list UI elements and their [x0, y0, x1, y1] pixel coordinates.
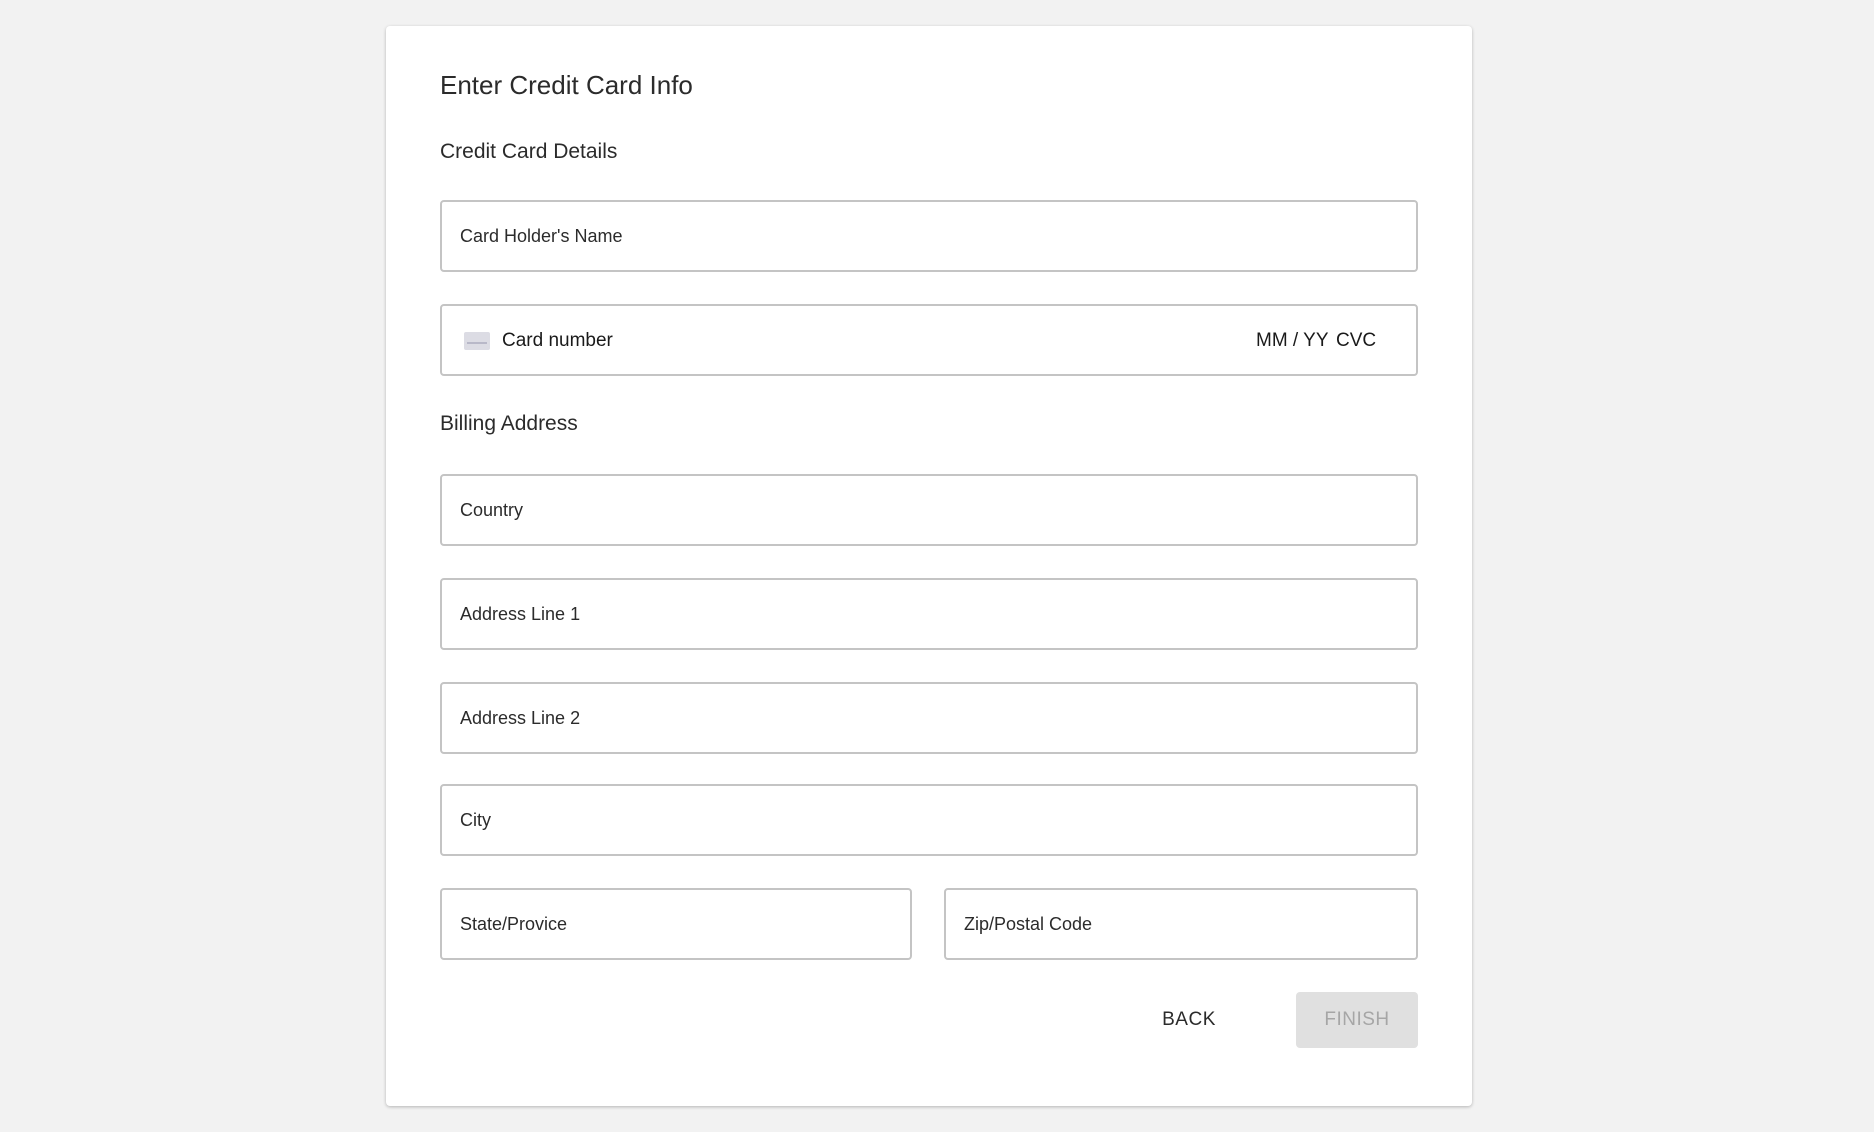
- city-input[interactable]: [440, 784, 1418, 856]
- country-input[interactable]: [440, 474, 1418, 546]
- state-province-input[interactable]: [440, 888, 912, 960]
- card-number-input[interactable]: [502, 326, 1102, 356]
- card-cvc-input[interactable]: [1336, 326, 1396, 356]
- card-element[interactable]: [440, 304, 1418, 376]
- page-title: Enter Credit Card Info: [440, 70, 693, 100]
- zip-postal-code-input[interactable]: [944, 888, 1418, 960]
- back-button[interactable]: BACK: [1138, 992, 1240, 1048]
- address-line-1-input[interactable]: [440, 578, 1418, 650]
- finish-button[interactable]: FINISH: [1296, 992, 1418, 1048]
- card-expiry-input[interactable]: [1256, 326, 1334, 356]
- credit-card-icon: [464, 332, 490, 350]
- credit-card-form: Enter Credit Card Info Credit Card Detai…: [386, 26, 1472, 1106]
- credit-card-details-heading: Credit Card Details: [440, 140, 618, 163]
- address-line-2-input[interactable]: [440, 682, 1418, 754]
- cardholder-name-input[interactable]: [440, 200, 1418, 272]
- billing-address-heading: Billing Address: [440, 412, 578, 435]
